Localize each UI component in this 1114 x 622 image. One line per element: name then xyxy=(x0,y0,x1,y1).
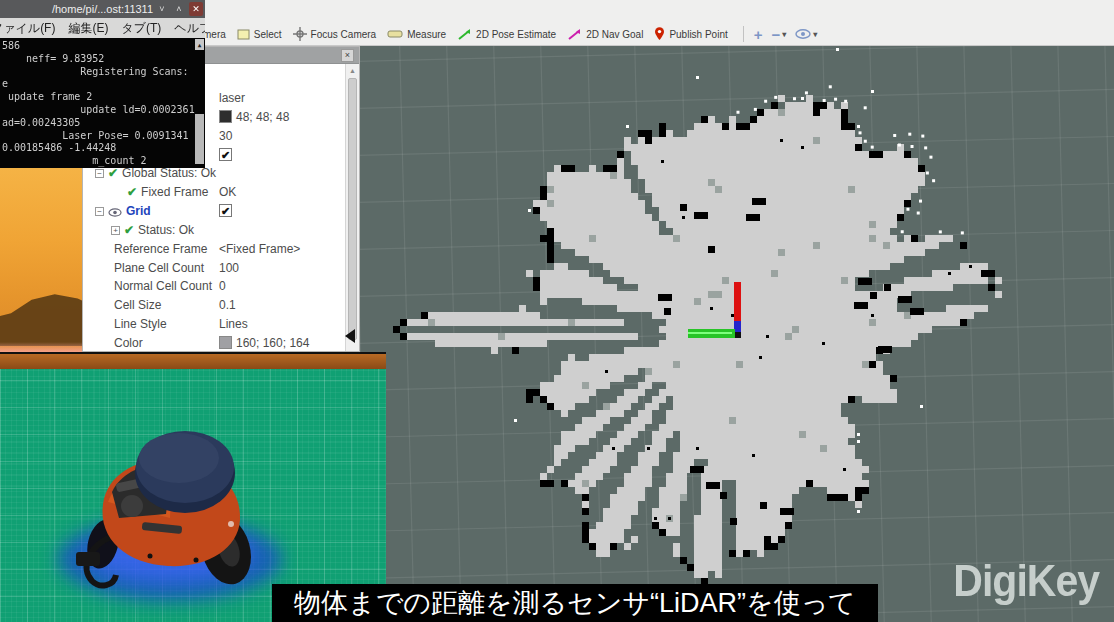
robot-illustration xyxy=(0,354,386,622)
tool-2d-pose-estimate[interactable]: 2D Pose Estimate xyxy=(457,28,556,41)
caret-down-icon: ▾ xyxy=(782,30,786,39)
terminal-text: 586 neff= 9.83952 Registering Scans: e u… xyxy=(2,40,205,168)
terminal-output[interactable]: 586 neff= 9.83952 Registering Scans: e u… xyxy=(0,38,205,168)
checkbox-checked[interactable]: ✔ xyxy=(219,148,232,161)
tool-move-camera[interactable]: mera xyxy=(203,29,226,40)
tool-move-camera-label: mera xyxy=(203,29,226,40)
remove-display-button[interactable]: −▾ xyxy=(772,26,787,43)
maximize-button[interactable]: ˄ xyxy=(172,2,186,16)
color-swatch xyxy=(219,110,232,123)
close-button[interactable]: ✕ xyxy=(189,2,203,16)
tree-row-plane-cell-count[interactable]: Plane Cell Count100 xyxy=(83,259,345,278)
tool-select-label: Select xyxy=(254,29,282,40)
terminal-window: /home/pi/...ost:11311 ˅ ˄ ✕ ファイル(F) 編集(E… xyxy=(0,0,205,168)
measure-icon xyxy=(387,29,403,39)
tree-row-status[interactable]: +✔Status: Ok xyxy=(83,221,345,240)
publish-point-icon xyxy=(654,27,665,41)
tree-row-normal-cell-count[interactable]: Normal Cell Count0 xyxy=(83,277,345,296)
eye-icon xyxy=(795,29,811,39)
select-icon xyxy=(237,28,250,41)
scrollbar-thumb[interactable] xyxy=(348,78,357,340)
panel-scrollbar[interactable]: ▲ xyxy=(345,64,359,351)
terminal-titlebar[interactable]: /home/pi/...ost:11311 ˅ ˄ ✕ xyxy=(0,0,205,18)
terminal-menubar: ファイル(F) 編集(E) タブ(T) ヘルプ(H) xyxy=(0,18,205,38)
subtitle-caption: 物体までの距離を測るセンサ“LiDAR”を使って xyxy=(272,584,878,622)
tree-row-reference-frame[interactable]: Reference Frame<Fixed Frame> xyxy=(83,240,345,259)
tree-row-grid[interactable]: −Grid✔ xyxy=(83,202,345,221)
expand-icon[interactable]: + xyxy=(111,226,120,235)
toolbar-separator xyxy=(743,26,744,42)
tree-row-fixed-frame[interactable]: ✔Fixed FrameOK xyxy=(83,183,345,202)
visibility-button[interactable]: ▾ xyxy=(795,29,817,39)
terminal-scrollbar[interactable]: ▲ xyxy=(194,38,205,168)
scroll-up-arrow[interactable]: ▲ xyxy=(195,39,204,50)
mountain-silhouette xyxy=(0,278,82,346)
tool-measure-label: Measure xyxy=(407,29,446,40)
eye-icon xyxy=(108,206,122,220)
tree-row-line-style[interactable]: Line StyleLines xyxy=(83,315,345,334)
add-display-button[interactable]: + xyxy=(754,26,763,43)
collapse-icon[interactable]: − xyxy=(95,169,104,178)
tool-2d-nav-goal-label: 2D Nav Goal xyxy=(586,29,643,40)
tool-focus-camera[interactable]: Focus Camera xyxy=(293,27,377,41)
menu-file[interactable]: ファイル(F) xyxy=(0,20,55,37)
tool-measure[interactable]: Measure xyxy=(387,29,446,40)
tool-select[interactable]: Select xyxy=(237,28,282,41)
lidar-map-canvas xyxy=(358,46,1114,622)
scroll-up-arrow[interactable]: ▲ xyxy=(347,65,358,76)
status-ok-icon: ✔ xyxy=(124,223,134,237)
robot-photo xyxy=(0,352,386,622)
tool-focus-camera-label: Focus Camera xyxy=(311,29,377,40)
menu-help[interactable]: ヘルプ(H) xyxy=(174,20,205,37)
minimize-button[interactable]: ˅ xyxy=(155,2,169,16)
screen: mera Select Focus Camera Measure 2D Pose… xyxy=(0,0,1114,622)
nav-goal-icon xyxy=(567,28,582,41)
scrollbar-thumb[interactable] xyxy=(195,114,204,164)
tool-publish-point[interactable]: Publish Point xyxy=(654,27,727,41)
menu-edit[interactable]: 編集(E) xyxy=(68,20,108,37)
checkbox-checked[interactable]: ✔ xyxy=(219,204,232,217)
desktop-wallpaper-sunset xyxy=(0,168,82,352)
tree-row-cell-size[interactable]: Cell Size0.1 xyxy=(83,296,345,315)
color-swatch xyxy=(219,336,232,349)
status-ok-icon: ✔ xyxy=(108,166,118,180)
rviz-3d-view[interactable] xyxy=(358,46,1114,622)
status-ok-icon: ✔ xyxy=(127,185,137,199)
pose-estimate-icon xyxy=(457,28,472,41)
panel-collapse-arrow[interactable] xyxy=(345,329,355,343)
panel-close-button[interactable]: × xyxy=(341,49,354,62)
tool-2d-pose-estimate-label: 2D Pose Estimate xyxy=(476,29,556,40)
terminal-title: /home/pi/...ost:11311 xyxy=(52,3,153,15)
tool-publish-point-label: Publish Point xyxy=(669,29,727,40)
menu-tab[interactable]: タブ(T) xyxy=(121,20,161,37)
focus-camera-icon xyxy=(293,27,307,41)
digikey-logo: DigiKey xyxy=(953,557,1099,607)
collapse-icon[interactable]: − xyxy=(95,207,104,216)
tree-row-color[interactable]: Color160; 160; 164 xyxy=(83,334,345,351)
caret-down-icon: ▾ xyxy=(813,30,817,39)
tool-2d-nav-goal[interactable]: 2D Nav Goal xyxy=(567,28,643,41)
